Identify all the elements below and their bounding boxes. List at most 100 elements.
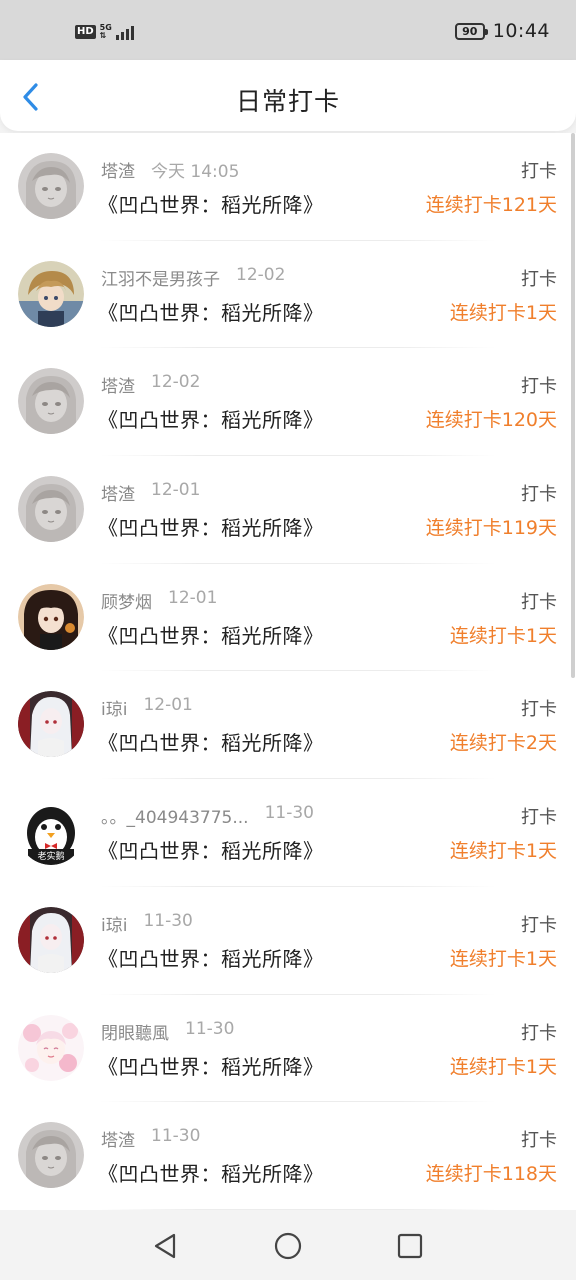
entry-time: 12-01 xyxy=(151,480,201,501)
entry-time: 11-30 xyxy=(185,1018,235,1039)
entry-meta: 塔渣 今天 14:05 xyxy=(101,157,239,182)
checkin-label: 打卡 xyxy=(521,161,557,182)
avatar[interactable] xyxy=(18,476,84,543)
user-name[interactable]: i琼i xyxy=(101,695,127,720)
header: 日常打卡 xyxy=(0,60,576,131)
user-name[interactable]: i琼i xyxy=(101,911,127,936)
checkin-list[interactable]: 塔渣 今天 14:05 《凹凸世界：稻光所降》 打卡 连续打卡121天 江羽不是… xyxy=(0,133,576,1210)
list-item[interactable]: 塔渣 11-30 《凹凸世界：稻光所降》 打卡 连续打卡118天 xyxy=(0,1102,576,1210)
battery-level: 90 xyxy=(462,24,478,38)
avatar[interactable] xyxy=(18,260,84,327)
nav-recents-button[interactable] xyxy=(394,1230,426,1262)
entry-meta: 。。_404943775... 11-30 xyxy=(101,803,314,828)
page-title: 日常打卡 xyxy=(235,87,340,116)
book-title[interactable]: 《凹凸世界：稻光所降》 xyxy=(98,727,324,756)
entry-time: 11-30 xyxy=(143,910,193,931)
data-arrows-icon: ⇅ xyxy=(99,31,107,40)
avatar[interactable] xyxy=(18,1014,84,1081)
recents-square-icon xyxy=(397,1233,423,1259)
user-name[interactable]: 顾梦烟 xyxy=(101,588,152,613)
user-name[interactable]: 塔渣 xyxy=(101,157,135,182)
scrollbar[interactable] xyxy=(571,133,575,678)
book-title[interactable]: 《凹凸世界：稻光所降》 xyxy=(98,620,324,649)
list-item[interactable]: i琼i 12-01 《凹凸世界：稻光所降》 打卡 连续打卡2天 xyxy=(0,671,576,780)
user-name[interactable]: 塔渣 xyxy=(101,1126,135,1151)
checkin-label: 打卡 xyxy=(521,1022,557,1044)
checkin-label: 打卡 xyxy=(521,699,557,721)
status-bar: HD 5G ⇅ 90 10:44 xyxy=(0,0,576,60)
streak-count: 连续打卡121天 xyxy=(425,194,557,216)
avatar[interactable] xyxy=(18,368,84,435)
streak-count: 连续打卡2天 xyxy=(449,732,557,755)
entry-time: 12-02 xyxy=(236,264,286,285)
streak-count: 连续打卡1天 xyxy=(449,624,557,647)
book-title[interactable]: 《凹凸世界：稻光所降》 xyxy=(98,404,324,433)
book-title[interactable]: 《凹凸世界：稻光所降》 xyxy=(98,189,324,218)
battery-icon: 90 xyxy=(454,22,488,40)
book-title[interactable]: 《凹凸世界：稻光所降》 xyxy=(98,943,324,972)
checkin-label: 打卡 xyxy=(521,807,557,829)
nav-home-button[interactable] xyxy=(272,1230,304,1262)
book-title[interactable]: 《凹凸世界：稻光所降》 xyxy=(98,835,324,864)
user-name[interactable]: 江羽不是男孩子 xyxy=(101,265,220,290)
svg-text:老实鹅: 老实鹅 xyxy=(37,850,64,862)
avatar[interactable]: 老实鹅 xyxy=(18,799,84,866)
entry-time: 12-01 xyxy=(168,587,218,608)
entry-meta: 顾梦烟 12-01 xyxy=(101,588,217,613)
book-title[interactable]: 《凹凸世界：稻光所降》 xyxy=(98,1051,324,1080)
user-name[interactable]: 閉眼聽風 xyxy=(101,1019,169,1044)
avatar[interactable] xyxy=(18,1122,84,1189)
hd-icon: HD xyxy=(75,25,96,39)
system-nav-bar xyxy=(0,1210,576,1280)
list-item[interactable]: 塔渣 今天 14:05 《凹凸世界：稻光所降》 打卡 连续打卡121天 xyxy=(0,133,576,241)
network-type: 5G ⇅ xyxy=(100,24,112,40)
list-item[interactable]: 江羽不是男孩子 12-02 《凹凸世界：稻光所降》 打卡 连续打卡1天 xyxy=(0,241,576,349)
signal-icon xyxy=(115,24,134,40)
streak-count: 连续打卡120天 xyxy=(425,409,557,432)
entry-time: 12-01 xyxy=(143,695,193,716)
entry-meta: 閉眼聽風 11-30 xyxy=(101,1019,234,1044)
list-item[interactable]: 顾梦烟 12-01 《凹凸世界：稻光所降》 打卡 连续打卡1天 xyxy=(0,564,576,672)
entry-meta: 塔渣 12-01 xyxy=(101,480,200,505)
streak-count: 连续打卡119天 xyxy=(425,517,557,540)
streak-count: 连续打卡118天 xyxy=(425,1163,557,1186)
list-item[interactable]: 老实鹅 。。_404943775... 11-30 《凹凸世界：稻光所降》 打卡… xyxy=(0,779,576,887)
entry-time: 11-30 xyxy=(151,1126,201,1147)
entry-time: 11-30 xyxy=(264,803,314,824)
nav-back-button[interactable] xyxy=(150,1230,182,1262)
streak-count: 连续打卡1天 xyxy=(449,840,557,863)
user-name[interactable]: 。。_404943775... xyxy=(101,803,249,828)
entry-meta: i琼i 11-30 xyxy=(101,911,193,936)
list-item[interactable]: 塔渣 12-01 《凹凸世界：稻光所降》 打卡 连续打卡119天 xyxy=(0,456,576,564)
avatar[interactable] xyxy=(18,906,84,973)
book-title[interactable]: 《凹凸世界：稻光所降》 xyxy=(98,1158,324,1187)
clock: 10:44 xyxy=(492,20,550,42)
streak-count: 连续打卡1天 xyxy=(449,301,557,324)
user-name[interactable]: 塔渣 xyxy=(101,480,135,505)
checkin-label: 打卡 xyxy=(521,268,557,290)
book-title[interactable]: 《凹凸世界：稻光所降》 xyxy=(98,297,324,326)
list-item[interactable]: 閉眼聽風 11-30 《凹凸世界：稻光所降》 打卡 连续打卡1天 xyxy=(0,995,576,1103)
entry-time: 12-02 xyxy=(151,372,201,393)
entry-meta: i琼i 12-01 xyxy=(101,695,193,720)
status-left: HD 5G ⇅ xyxy=(75,24,134,40)
streak-count: 连续打卡1天 xyxy=(449,947,557,970)
back-triangle-icon xyxy=(154,1233,176,1259)
entry-meta: 塔渣 11-30 xyxy=(101,1126,200,1151)
avatar[interactable] xyxy=(18,153,84,219)
book-title[interactable]: 《凹凸世界：稻光所降》 xyxy=(98,512,324,541)
entry-time: 今天 14:05 xyxy=(151,162,240,182)
home-circle-icon xyxy=(274,1232,302,1260)
list-item[interactable]: 塔渣 12-02 《凹凸世界：稻光所降》 打卡 连续打卡120天 xyxy=(0,348,576,457)
list-item[interactable]: i琼i 11-30 《凹凸世界：稻光所降》 打卡 连续打卡1天 xyxy=(0,887,576,995)
user-name[interactable]: 塔渣 xyxy=(101,372,135,397)
checkin-label: 打卡 xyxy=(521,376,557,398)
checkin-label: 打卡 xyxy=(521,591,557,613)
avatar[interactable] xyxy=(18,583,84,650)
checkin-label: 打卡 xyxy=(521,484,557,506)
entry-meta: 塔渣 12-02 xyxy=(101,372,200,397)
entry-meta: 江羽不是男孩子 12-02 xyxy=(101,265,285,290)
avatar[interactable] xyxy=(18,691,84,758)
streak-count: 连续打卡1天 xyxy=(449,1055,557,1078)
checkin-label: 打卡 xyxy=(521,1130,557,1152)
